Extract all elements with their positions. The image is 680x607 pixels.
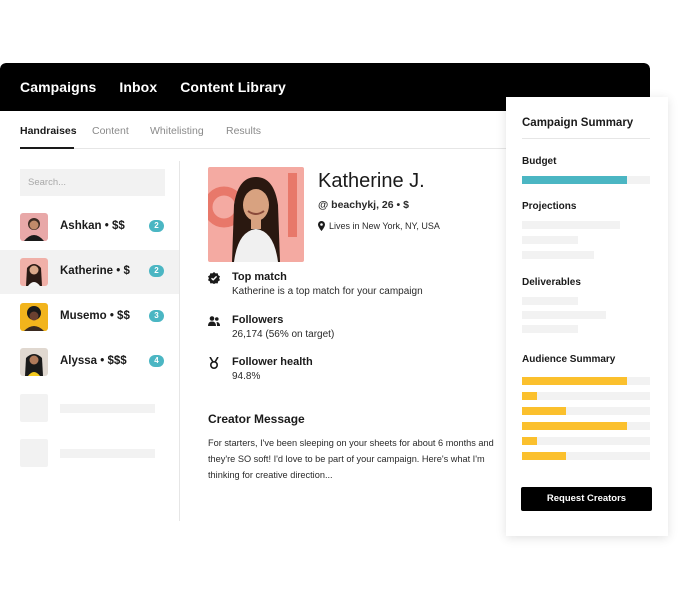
placeholder-line [522,221,620,229]
creator-profile: Katherine J. @ beachykj, 26 • $ Lives in… [180,149,510,533]
creator-row-alyssa[interactable]: Alyssa • $$$ 4 [0,340,179,384]
tab-results[interactable]: Results [226,125,261,137]
audience-bar-fill [522,407,566,415]
divider [522,138,650,139]
active-tab-indicator [20,147,74,149]
budget-bar-fill [522,176,627,184]
profile-handle: @ beachykj, 26 • $ [318,199,409,211]
tab-whitelisting[interactable]: Whitelisting [150,125,204,137]
placeholder-line [522,236,578,244]
placeholder-line [60,404,155,413]
profile-name: Katherine J. [318,170,425,192]
message-count-badge: 2 [149,265,164,277]
creator-name: Alyssa • $$$ [60,355,127,367]
audience-bar [522,452,650,460]
creator-sidebar: Ashkan • $$ 2 Katherine • $ 2 Musemo • $… [0,161,180,521]
audience-bar [522,422,650,430]
deliverables-label: Deliverables [522,277,581,288]
stat-title: Follower health [232,356,313,368]
nav-inbox[interactable]: Inbox [119,79,157,95]
profile-location: Lives in New York, NY, USA [318,221,440,231]
message-count-badge: 2 [149,220,164,232]
creator-name: Katherine • $ [60,265,130,277]
audience-summary-label: Audience Summary [522,354,616,365]
audience-bar-fill [522,452,566,460]
tab-handraises[interactable]: Handraises [20,125,77,137]
medal-icon [209,357,219,369]
profile-photo [208,167,304,262]
placeholder-line [60,449,155,458]
search-input[interactable] [20,169,165,196]
creator-name: Musemo • $$ [60,310,130,322]
stat-title: Top match [232,271,287,283]
location-pin-icon [318,221,325,231]
creator-name: Ashkan • $$ [60,220,125,232]
creator-message-title: Creator Message [208,412,305,426]
creator-row-ashkan[interactable]: Ashkan • $$ 2 [0,205,179,249]
verified-badge-icon [208,272,220,284]
tab-content[interactable]: Content [92,125,129,137]
creator-row-katherine[interactable]: Katherine • $ 2 [0,250,179,294]
audience-bar [522,407,650,415]
stat-title: Followers [232,314,284,326]
audience-bar-fill [522,377,627,385]
budget-bar [522,176,650,184]
projections-label: Projections [522,201,577,212]
audience-bar-fill [522,437,538,445]
audience-bar [522,377,650,385]
creator-message-body: For starters, I've been sleeping on your… [208,438,494,480]
audience-bar-fill [522,422,627,430]
message-count-badge: 4 [149,355,164,367]
avatar [20,348,48,376]
nav-campaigns[interactable]: Campaigns [20,79,96,95]
budget-label: Budget [522,156,557,167]
campaign-summary-panel: Campaign Summary Budget Projections Deli… [506,97,668,536]
placeholder-line [522,251,594,259]
creator-row-musemo[interactable]: Musemo • $$ 3 [0,295,179,339]
placeholder-line [522,297,578,305]
audience-bar [522,437,650,445]
location-text: Lives in New York, NY, USA [329,221,440,231]
avatar [20,303,48,331]
message-count-badge: 3 [149,310,164,322]
placeholder-avatar [20,394,48,422]
request-creators-button[interactable]: Request Creators [521,487,652,511]
avatar [20,213,48,241]
summary-title: Campaign Summary [522,117,634,129]
avatar [20,258,48,286]
audience-bar [522,392,650,400]
placeholder-line [522,325,578,333]
stat-value: 94.8% [232,371,261,382]
audience-bar-fill [522,392,538,400]
stat-value: Katherine is a top match for your campai… [232,286,423,297]
nav-content-library[interactable]: Content Library [180,79,286,95]
stat-value: 26,174 (56% on target) [232,329,335,340]
users-icon [208,316,220,326]
placeholder-avatar [20,439,48,467]
placeholder-line [522,311,606,319]
